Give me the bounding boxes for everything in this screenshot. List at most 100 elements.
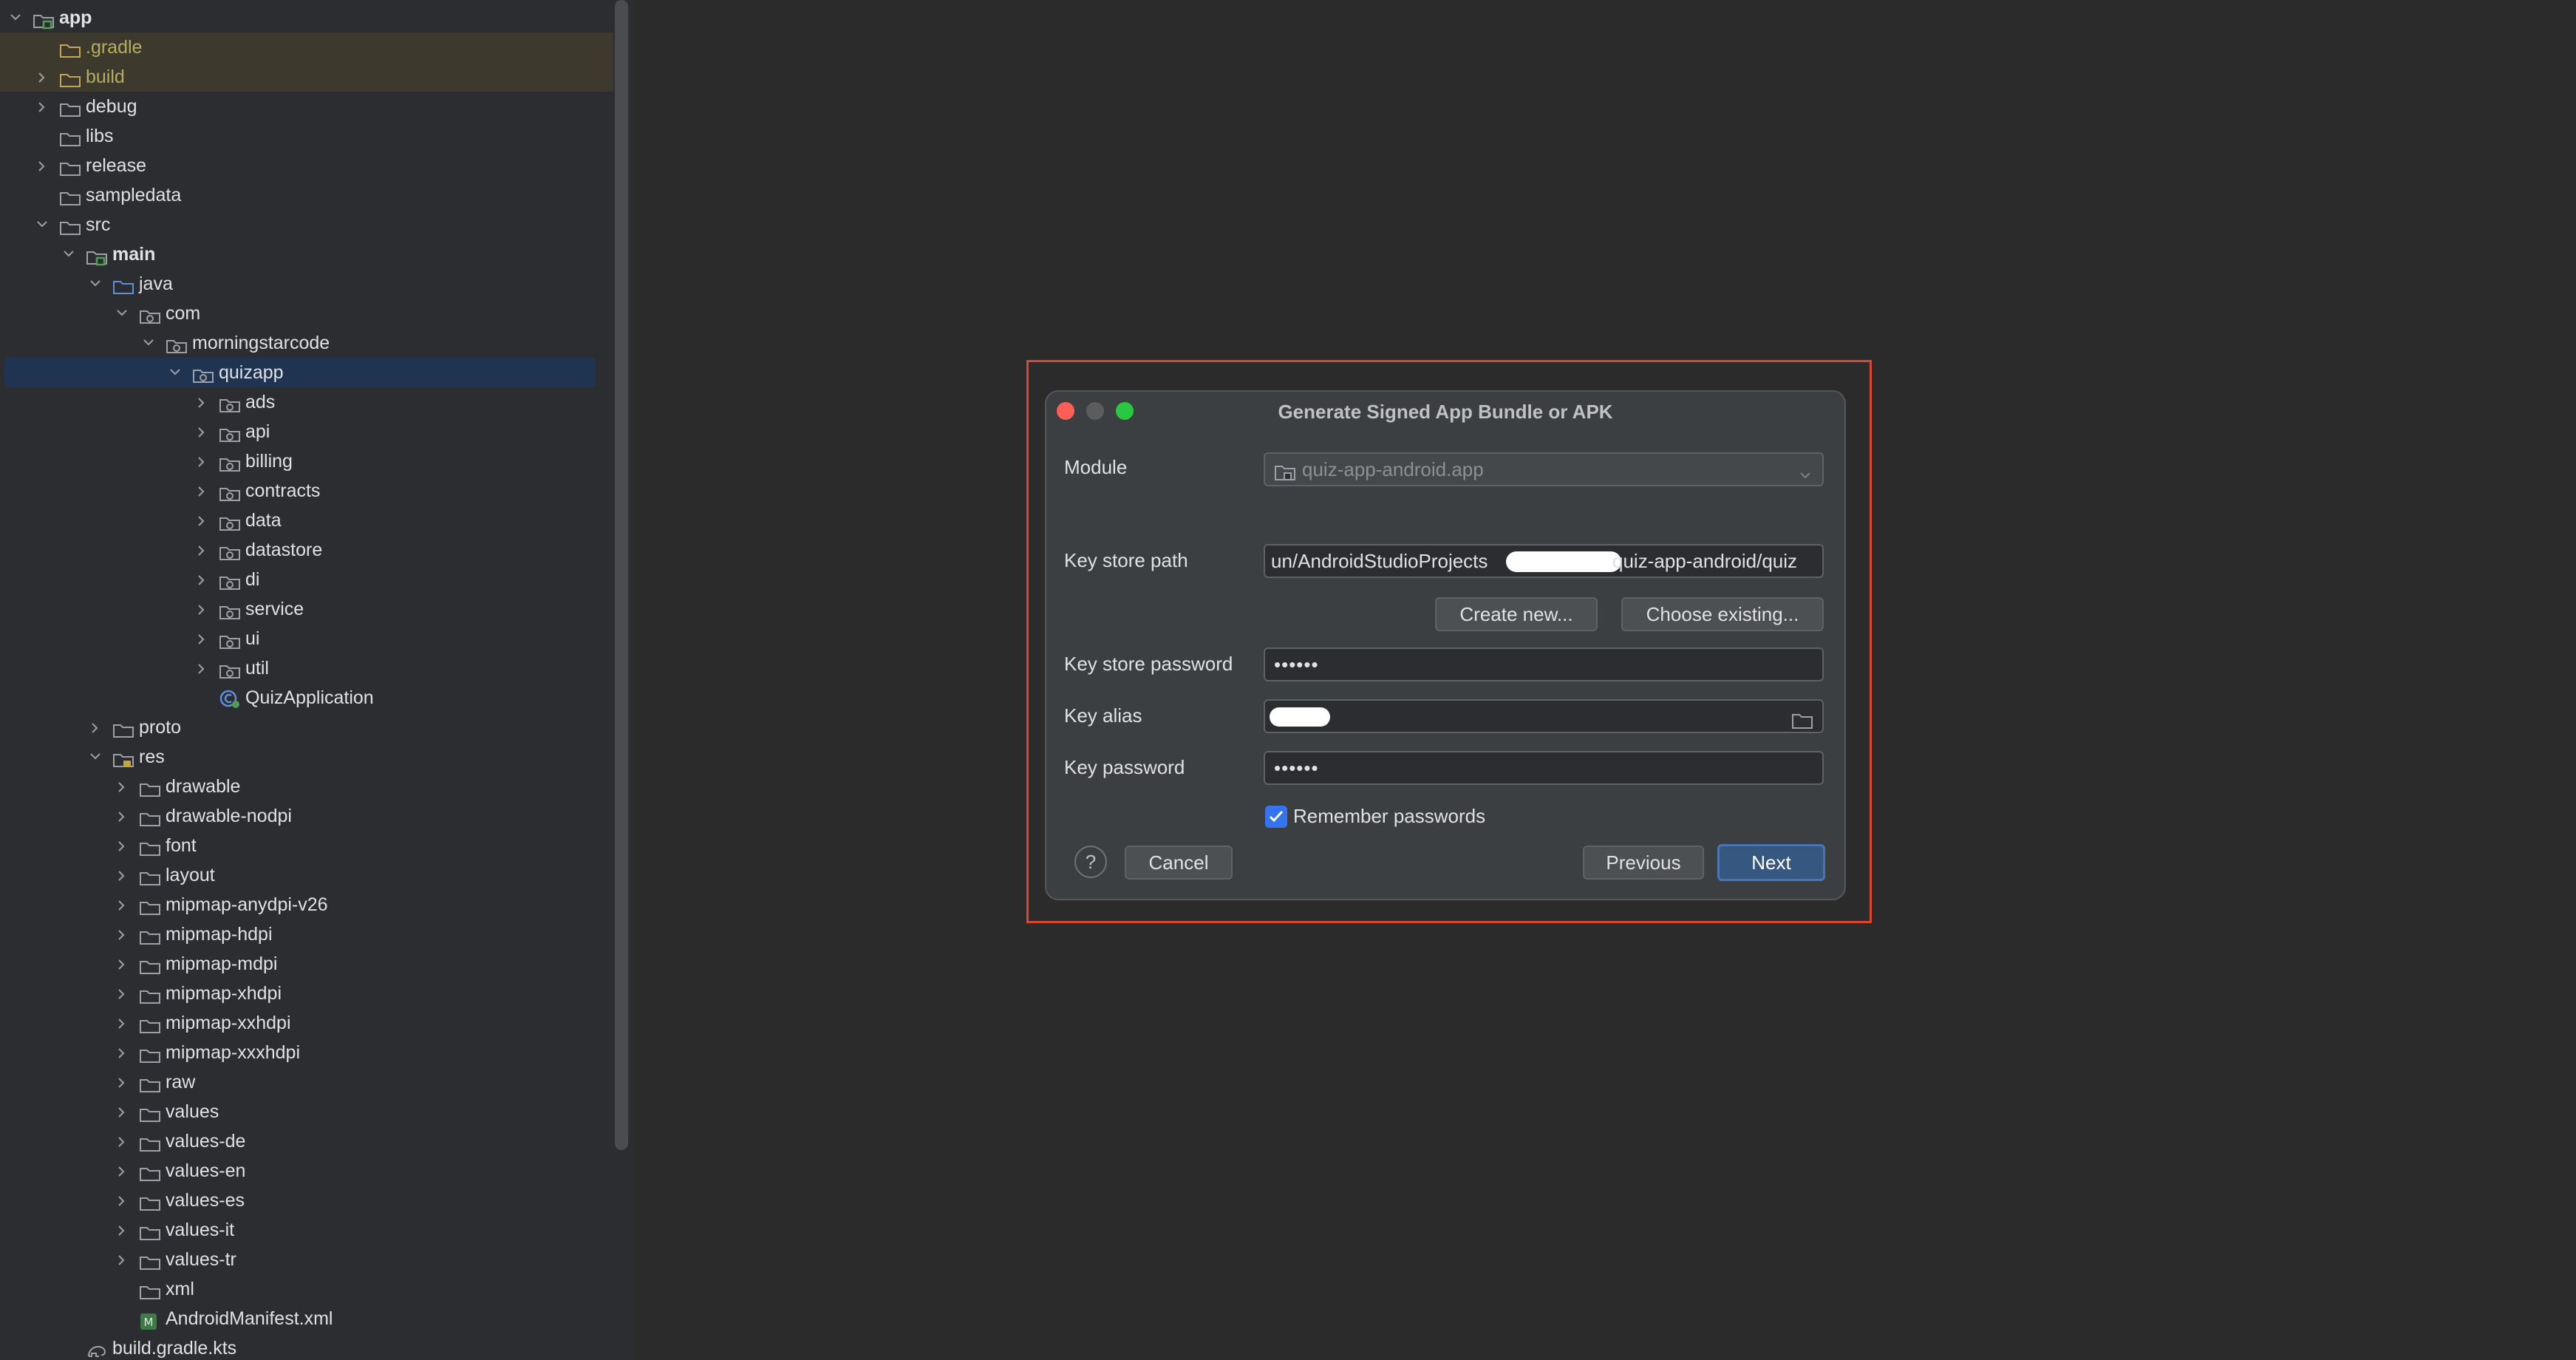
chevron-right-icon[interactable] [34, 62, 52, 92]
remember-passwords-label[interactable]: Remember passwords [1293, 801, 1485, 831]
tree-item[interactable]: src [0, 210, 613, 239]
tree-item[interactable]: app [0, 3, 613, 33]
tree-item[interactable]: values [0, 1097, 613, 1126]
tree-item[interactable]: ui [0, 624, 613, 653]
chevron-down-icon[interactable] [7, 3, 25, 33]
tree-item[interactable]: raw [0, 1067, 613, 1097]
tree-item[interactable]: layout [0, 860, 613, 890]
tree-item[interactable]: mipmap-hdpi [0, 919, 613, 949]
chevron-right-icon[interactable] [194, 446, 211, 476]
remember-passwords-checkbox[interactable] [1265, 806, 1287, 828]
keystore-path-input[interactable]: un/AndroidStudioProjects quiz-app-androi… [1264, 544, 1824, 578]
tree-item[interactable]: values-es [0, 1186, 613, 1215]
chevron-down-icon[interactable] [87, 742, 105, 772]
chevron-right-icon[interactable] [114, 890, 132, 919]
tree-item[interactable]: mipmap-xxxhdpi [0, 1038, 613, 1067]
tree-item[interactable]: quizapp [4, 358, 596, 387]
tree-item[interactable]: QuizApplication [0, 683, 613, 713]
chevron-right-icon[interactable] [114, 1186, 132, 1215]
tree-item[interactable]: libs [0, 121, 613, 151]
tree-item[interactable]: java [0, 269, 613, 299]
tree-item[interactable]: release [0, 151, 613, 180]
chevron-right-icon[interactable] [87, 713, 105, 742]
chevron-right-icon[interactable] [114, 1156, 132, 1186]
chevron-right-icon[interactable] [114, 860, 132, 890]
chevron-down-icon[interactable] [167, 358, 185, 387]
help-button[interactable]: ? [1074, 846, 1107, 878]
chevron-right-icon[interactable] [194, 594, 211, 624]
tree-item[interactable]: values-tr [0, 1245, 613, 1274]
tree-item[interactable]: mipmap-anydpi-v26 [0, 890, 613, 919]
chevron-right-icon[interactable] [114, 1038, 132, 1067]
chevron-right-icon[interactable] [34, 151, 52, 180]
tree-item[interactable]: mipmap-mdpi [0, 949, 613, 979]
tree-item[interactable]: sampledata [0, 180, 613, 210]
chevron-right-icon[interactable] [194, 476, 211, 506]
tree-item[interactable]: debug [0, 92, 613, 121]
tree-item[interactable]: api [0, 417, 613, 446]
tree-item[interactable]: res [0, 742, 613, 772]
chevron-right-icon[interactable] [114, 1097, 132, 1126]
tree-item[interactable]: xml [0, 1274, 613, 1304]
tree-item[interactable]: service [0, 594, 613, 624]
chevron-right-icon[interactable] [114, 1067, 132, 1097]
chevron-right-icon[interactable] [114, 979, 132, 1008]
chevron-down-icon[interactable] [140, 328, 158, 358]
chevron-right-icon[interactable] [194, 653, 211, 683]
chevron-down-icon[interactable] [114, 299, 132, 328]
chevron-right-icon[interactable] [194, 506, 211, 535]
chevron-right-icon[interactable] [194, 535, 211, 565]
tree-item[interactable]: values-it [0, 1215, 613, 1245]
tree-item[interactable]: data [0, 506, 613, 535]
chevron-right-icon[interactable] [114, 949, 132, 979]
tree-item[interactable]: main [0, 239, 613, 269]
chevron-right-icon[interactable] [114, 1126, 132, 1156]
key-alias-input[interactable] [1264, 699, 1824, 733]
keystore-password-input[interactable]: •••••• [1264, 647, 1824, 681]
folder-icon[interactable] [1791, 708, 1813, 732]
tree-item[interactable]: font [0, 831, 613, 860]
tree-item[interactable]: build.gradle.kts [0, 1333, 613, 1360]
tree-item[interactable]: billing [0, 446, 613, 476]
previous-button[interactable]: Previous [1583, 846, 1704, 880]
chevron-right-icon[interactable] [194, 387, 211, 417]
chevron-right-icon[interactable] [114, 801, 132, 831]
chevron-right-icon[interactable] [114, 772, 132, 801]
choose-existing-button[interactable]: Choose existing... [1621, 597, 1824, 631]
tree-item[interactable]: .gradle [0, 33, 613, 62]
key-password-input[interactable]: •••••• [1264, 751, 1824, 785]
tree-item[interactable]: build [0, 62, 613, 92]
tree-item[interactable]: proto [0, 713, 613, 742]
tree-item[interactable]: M AndroidManifest.xml [0, 1304, 613, 1333]
tree-item[interactable]: com [0, 299, 613, 328]
module-select[interactable]: quiz-app-android.app [1264, 452, 1824, 486]
tree-item[interactable]: contracts [0, 476, 613, 506]
tree-item[interactable]: datastore [0, 535, 613, 565]
tree-scrollbar[interactable] [615, 0, 628, 1150]
tree-item[interactable]: di [0, 565, 613, 594]
cancel-button[interactable]: Cancel [1125, 846, 1233, 880]
chevron-right-icon[interactable] [194, 565, 211, 594]
tree-item[interactable]: drawable [0, 772, 613, 801]
chevron-right-icon[interactable] [114, 831, 132, 860]
chevron-right-icon[interactable] [114, 919, 132, 949]
tree-item[interactable]: morningstarcode [0, 328, 613, 358]
chevron-right-icon[interactable] [194, 417, 211, 446]
chevron-right-icon[interactable] [114, 1215, 132, 1245]
next-button[interactable]: Next [1717, 844, 1825, 881]
tree-item[interactable]: mipmap-xxhdpi [0, 1008, 613, 1038]
create-new-button[interactable]: Create new... [1435, 597, 1598, 631]
tree-item[interactable]: mipmap-xhdpi [0, 979, 613, 1008]
tree-item[interactable]: ads [0, 387, 613, 417]
tree-item[interactable]: values-de [0, 1126, 613, 1156]
chevron-right-icon[interactable] [34, 92, 52, 121]
tree-item[interactable]: util [0, 653, 613, 683]
chevron-right-icon[interactable] [194, 624, 211, 653]
chevron-right-icon[interactable] [114, 1008, 132, 1038]
chevron-down-icon[interactable] [34, 210, 52, 239]
chevron-down-icon[interactable] [87, 269, 105, 299]
chevron-right-icon[interactable] [114, 1245, 132, 1274]
tree-item[interactable]: drawable-nodpi [0, 801, 613, 831]
chevron-down-icon[interactable] [61, 239, 78, 269]
tree-item[interactable]: values-en [0, 1156, 613, 1186]
